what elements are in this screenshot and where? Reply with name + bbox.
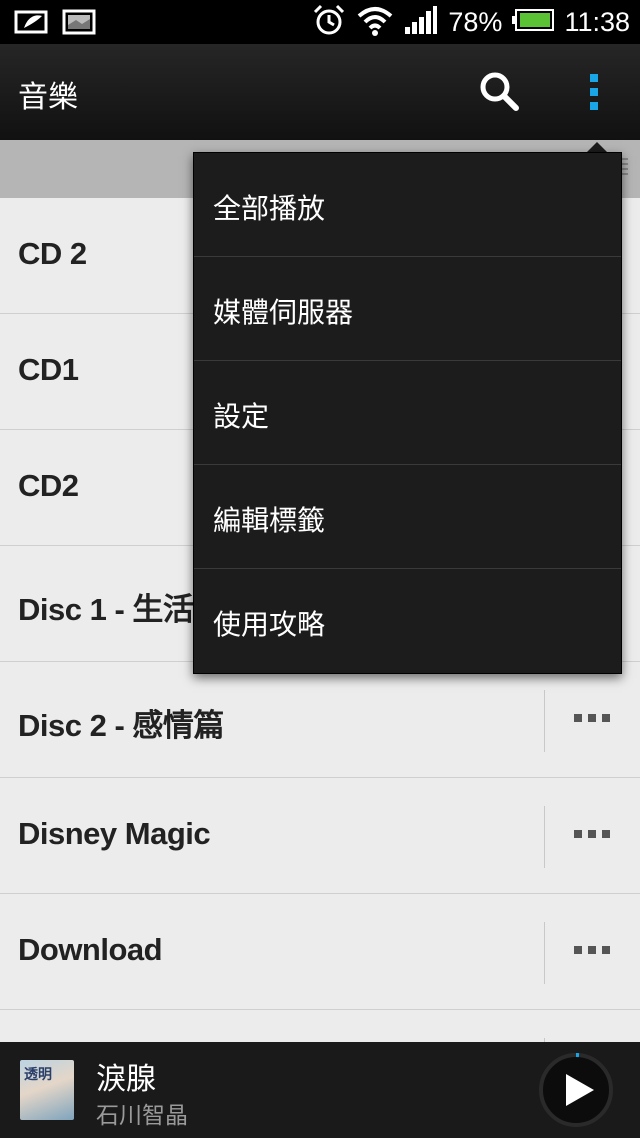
list-item[interactable]: Disc 2 - 感情篇 <box>0 662 640 778</box>
menu-item-label: 使用攻略 <box>213 608 326 641</box>
now-playing-artist: 石川智晶 <box>96 1103 188 1129</box>
play-button[interactable] <box>538 1052 614 1128</box>
menu-item-label: 編輯標籤 <box>213 504 326 537</box>
album-art-text: 透明 <box>24 1067 52 1083</box>
now-playing-title: 淚腺 <box>96 1062 156 1097</box>
divider <box>544 922 545 984</box>
menu-item-play-all[interactable]: 全部播放 <box>194 153 621 257</box>
item-more-button[interactable] <box>574 822 614 846</box>
menu-item-label: 全部播放 <box>213 192 326 225</box>
list-item-label: Disc 2 - 感情篇 <box>18 708 224 743</box>
search-button[interactable] <box>478 70 522 114</box>
item-more-button[interactable] <box>574 938 614 962</box>
divider <box>544 690 545 752</box>
list-item[interactable]: Download <box>0 894 640 1010</box>
more-dot-icon <box>574 946 582 954</box>
album-art[interactable]: 透明 <box>20 1060 74 1120</box>
divider <box>544 806 545 868</box>
htc-sense-icon <box>14 8 50 40</box>
list-item-label: Disney Magic <box>18 816 211 851</box>
search-icon <box>480 72 519 111</box>
overflow-menu-button[interactable] <box>572 66 616 118</box>
more-dot-icon <box>574 714 582 722</box>
status-bar: 78% 11:38 <box>0 0 640 44</box>
alarm-icon <box>312 3 346 41</box>
more-dot-icon <box>574 830 582 838</box>
overflow-menu: 全部播放 媒體伺服器 設定 編輯標籤 使用攻略 <box>193 152 622 674</box>
list-item[interactable]: Disney Magic <box>0 778 640 894</box>
battery-percent: 78% <box>448 6 503 37</box>
list-item-label: Download <box>18 932 163 967</box>
item-more-button[interactable] <box>574 706 614 730</box>
gallery-icon <box>62 8 96 40</box>
battery-icon <box>512 8 555 36</box>
menu-item-label: 媒體伺服器 <box>213 296 354 329</box>
menu-item-tips[interactable]: 使用攻略 <box>194 569 621 673</box>
clock: 11:38 <box>564 6 630 37</box>
menu-item-edit-tags[interactable]: 編輯標籤 <box>194 465 621 569</box>
menu-item-media-server[interactable]: 媒體伺服器 <box>194 257 621 361</box>
wifi-icon <box>356 4 394 40</box>
list-item-label: CD 2 <box>18 236 87 271</box>
signal-icon <box>404 5 438 39</box>
play-icon <box>539 1052 613 1127</box>
menu-item-label: 設定 <box>213 400 270 433</box>
page-title: 音樂 <box>18 80 78 115</box>
list-item-label: CD1 <box>18 352 79 387</box>
action-bar: 音樂 <box>0 44 640 140</box>
list-item-label: CD2 <box>18 468 79 503</box>
menu-item-settings[interactable]: 設定 <box>194 361 621 465</box>
now-playing-bar[interactable]: 透明 淚腺 石川智晶 <box>0 1042 640 1138</box>
